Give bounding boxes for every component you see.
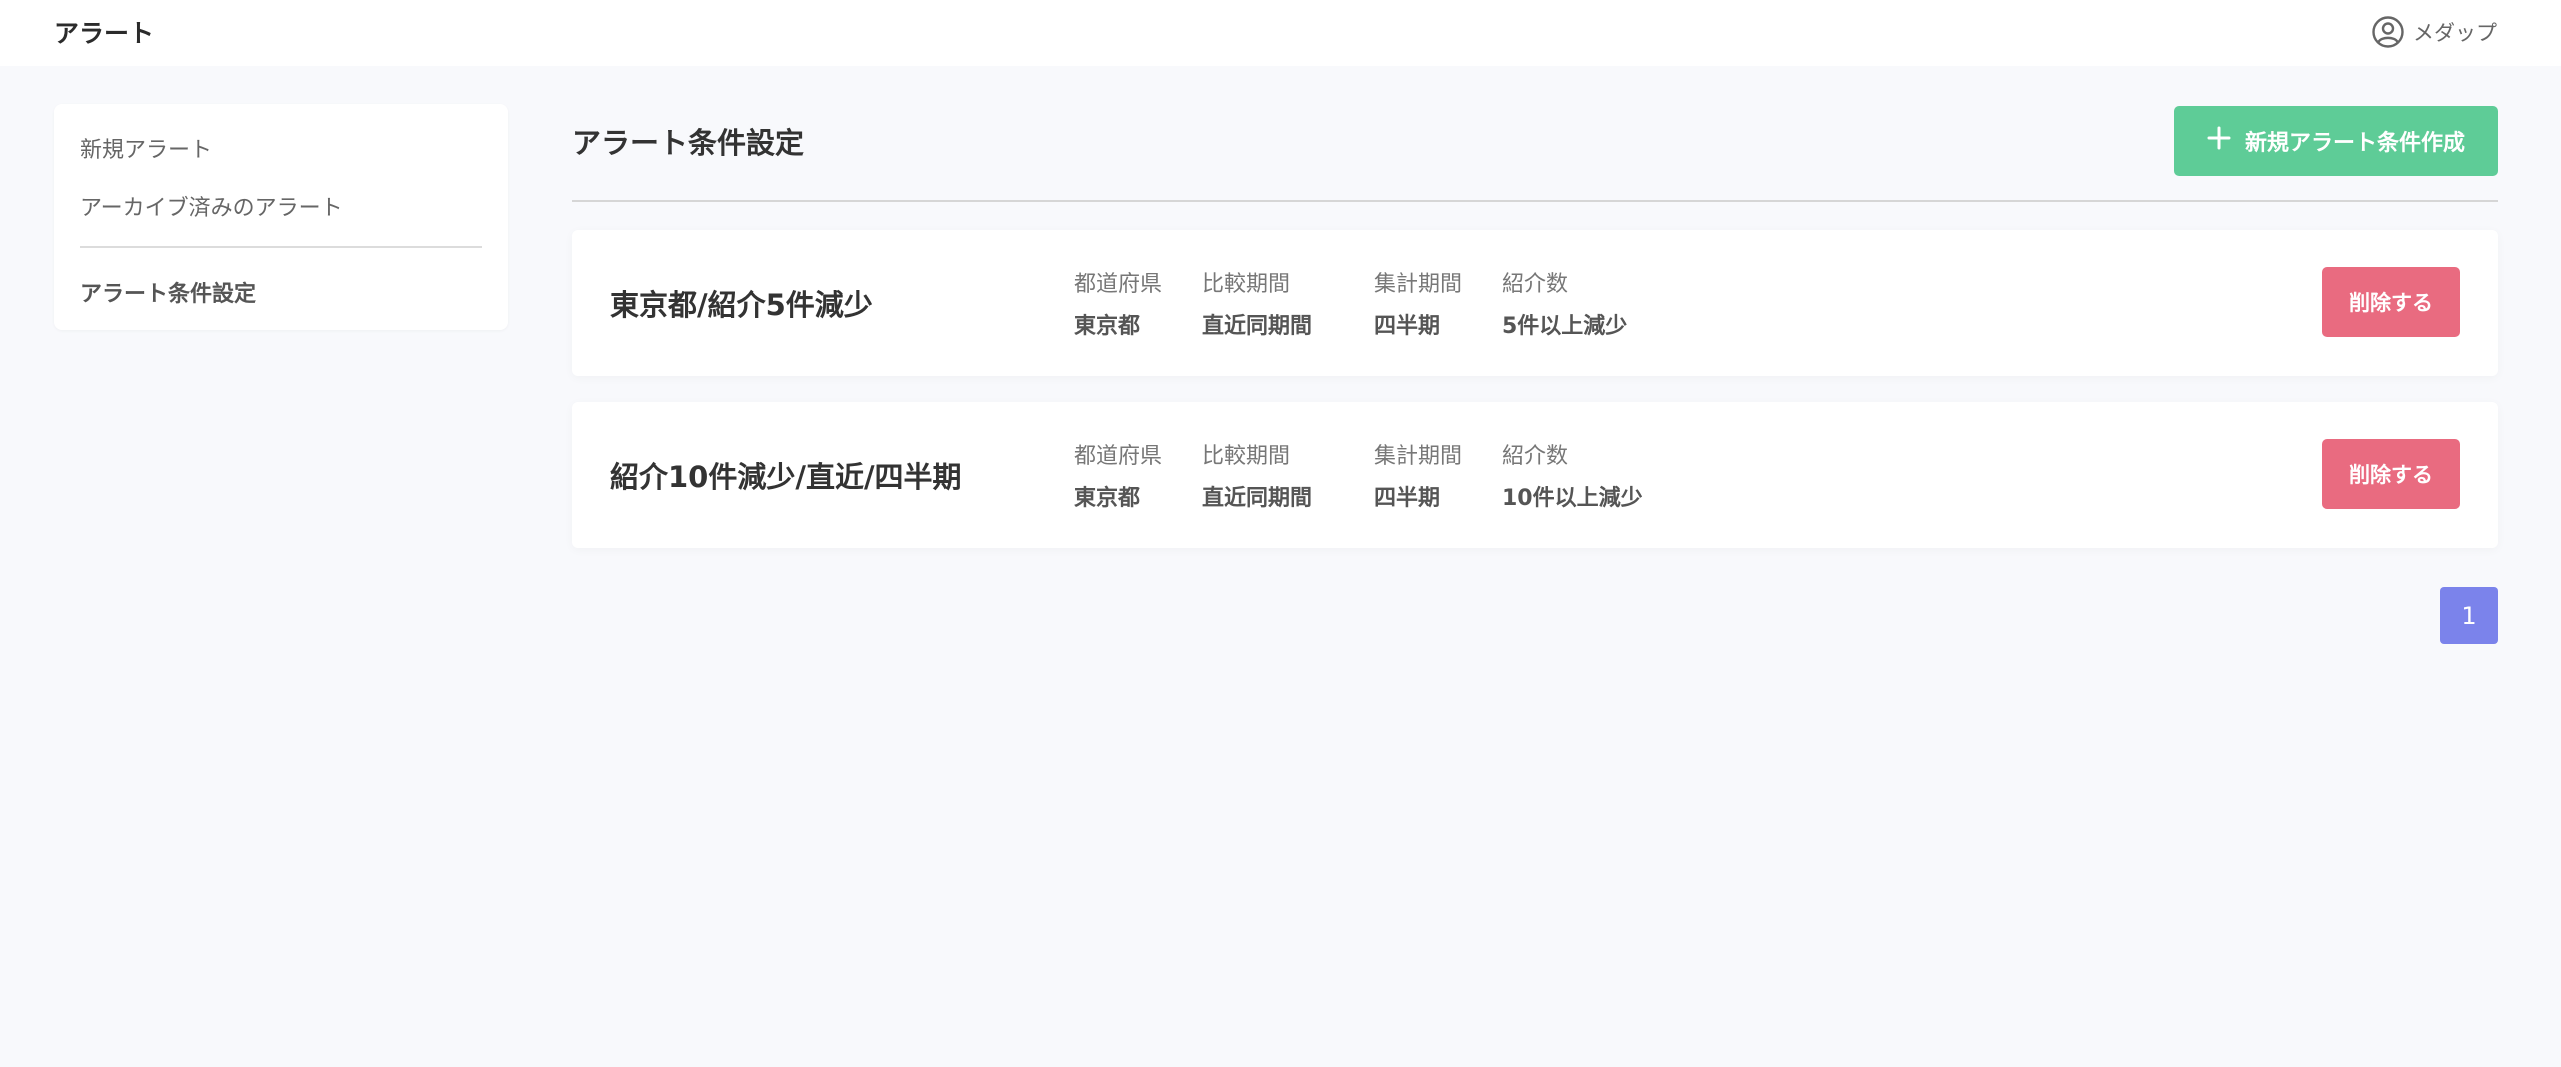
condition-card: 東京都/紹介5件減少 都道府県 東京都 比較期間 直近同期間 集計期間 四半期 …: [572, 230, 2498, 376]
condition-card: 紹介10件減少/直近/四半期 都道府県 東京都 比較期間 直近同期間 集計期間 …: [572, 402, 2498, 548]
field-value: 東京都: [1074, 314, 1141, 339]
plus-icon: [2207, 126, 2231, 156]
field-value: 10件以上減少: [1502, 486, 1643, 511]
field-label: 比較期間: [1202, 444, 1291, 469]
field-label: 紹介数: [1502, 272, 1569, 297]
sidebar-item-new-alert[interactable]: 新規アラート: [80, 132, 212, 164]
field-prefecture: 都道府県 東京都: [1074, 438, 1162, 512]
field-value: 5件以上減少: [1502, 314, 1628, 339]
field-label: 都道府県: [1074, 272, 1163, 297]
title-divider: [572, 200, 2498, 202]
sidebar-item-archived-alerts[interactable]: アーカイブ済みのアラート: [80, 190, 343, 222]
field-value: 四半期: [1374, 314, 1441, 339]
field-label: 都道府県: [1074, 444, 1163, 469]
field-label: 比較期間: [1202, 272, 1291, 297]
delete-button[interactable]: 削除する: [2322, 439, 2460, 509]
field-label: 集計期間: [1374, 444, 1463, 469]
field-label: 紹介数: [1502, 444, 1569, 469]
field-aggregation-period: 集計期間 四半期: [1374, 438, 1462, 512]
create-alert-condition-button[interactable]: 新規アラート条件作成: [2174, 106, 2498, 176]
field-value: 東京都: [1074, 486, 1141, 511]
app-title: アラート: [54, 19, 155, 48]
sidebar: 新規アラート アーカイブ済みのアラート アラート条件設定: [54, 104, 508, 330]
field-prefecture: 都道府県 東京都: [1074, 266, 1162, 340]
page-title: アラート条件設定: [572, 126, 805, 160]
delete-button[interactable]: 削除する: [2322, 267, 2460, 337]
user-menu[interactable]: メダップ: [2371, 15, 2497, 49]
condition-name: 東京都/紹介5件減少: [610, 288, 873, 322]
top-header: アラート メダップ: [0, 0, 2561, 66]
user-name: メダップ: [2413, 21, 2497, 45]
field-referral-count: 紹介数 5件以上減少: [1502, 266, 1627, 340]
sidebar-divider: [80, 246, 482, 248]
user-circle-icon: [2371, 15, 2405, 49]
sidebar-item-alert-condition-settings[interactable]: アラート条件設定: [80, 276, 256, 308]
create-button-label: 新規アラート条件作成: [2244, 131, 2465, 156]
field-value: 四半期: [1374, 486, 1441, 511]
field-aggregation-period: 集計期間 四半期: [1374, 266, 1462, 340]
field-value: 直近同期間: [1202, 486, 1313, 511]
field-comparison-period: 比較期間 直近同期間: [1202, 438, 1312, 512]
field-label: 集計期間: [1374, 272, 1463, 297]
field-referral-count: 紹介数 10件以上減少: [1502, 438, 1643, 512]
field-comparison-period: 比較期間 直近同期間: [1202, 266, 1312, 340]
condition-name: 紹介10件減少/直近/四半期: [610, 460, 962, 494]
field-value: 直近同期間: [1202, 314, 1313, 339]
pagination-page-button[interactable]: 1: [2440, 587, 2498, 644]
